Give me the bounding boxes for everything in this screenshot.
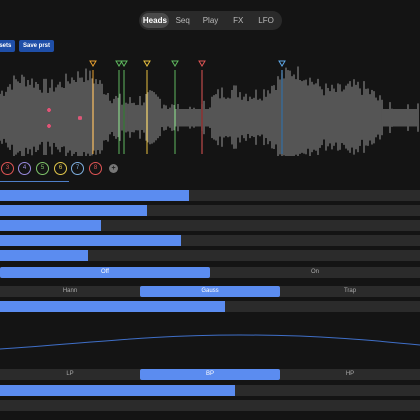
param-slider-5[interactable] [0,250,420,261]
param-slider-4[interactable] [0,235,420,246]
selection-indicator [0,181,69,182]
grain-dot [47,124,51,128]
window-trap-option[interactable]: Trap [280,286,420,297]
window-shape-selector: Hann Gauss Trap [0,286,420,297]
slider-fill [0,205,147,216]
window-gauss-option[interactable]: Gauss [140,286,280,297]
grain-dot [47,108,51,112]
head-6-button[interactable]: 6 [54,162,67,175]
tab-lfo[interactable]: LFO [252,13,280,28]
window-hann-option[interactable]: Hann [0,286,140,297]
playhead-marker-icon[interactable] [198,60,206,67]
slider-fill [0,220,101,231]
head-4-button[interactable]: 4 [18,162,31,175]
slider-fill [0,250,89,261]
filter-param-slider[interactable] [0,385,420,396]
app-root: Heads Seq Play FX LFO esets Save prst 3 … [0,0,420,420]
filter-hp-option[interactable]: HP [280,369,420,380]
playhead-marker-icon[interactable] [120,60,128,67]
grain-dot [78,116,82,120]
presets-button[interactable]: esets [0,40,15,52]
filter-param-slider-2[interactable] [0,400,420,411]
head-5-button[interactable]: 5 [36,162,49,175]
save-preset-button[interactable]: Save prst [19,40,55,52]
filter-bp-option[interactable]: BP [140,369,280,380]
envelope-curve-line [0,334,420,350]
tab-heads[interactable]: Heads [141,13,169,28]
playhead-marker-icon[interactable] [89,60,97,67]
toggle-on-option[interactable]: On [210,267,420,278]
filter-type-selector: LP BP HP [0,369,420,380]
slider-fill [0,235,181,246]
tab-play[interactable]: Play [197,13,225,28]
section-tab-bar: Heads Seq Play FX LFO [139,11,282,30]
on-off-toggle: Off On [0,267,420,278]
filter-lp-option[interactable]: LP [0,369,140,380]
head-7-button[interactable]: 7 [71,162,84,175]
toggle-off-option[interactable]: Off [0,267,210,278]
add-head-button[interactable]: + [109,164,118,173]
playhead-marker-icon[interactable] [171,60,179,67]
param-slider-3[interactable] [0,220,420,231]
envelope-curve [0,334,420,350]
window-param-slider[interactable] [0,301,420,312]
head-8-button[interactable]: 8 [89,162,102,175]
head-3-button[interactable]: 3 [1,162,14,175]
slider-fill [0,190,189,201]
tab-seq[interactable]: Seq [169,13,197,28]
waveform-display[interactable] [0,58,420,156]
playhead-marker-icon[interactable] [143,60,151,67]
slider-fill [0,385,236,396]
param-slider-2[interactable] [0,205,420,216]
param-slider-1[interactable] [0,190,420,201]
tab-fx[interactable]: FX [224,13,252,28]
slider-fill [0,301,225,312]
playhead-marker-icon[interactable] [278,60,286,67]
head-selector: 3 4 5 6 7 8 + [0,162,130,176]
